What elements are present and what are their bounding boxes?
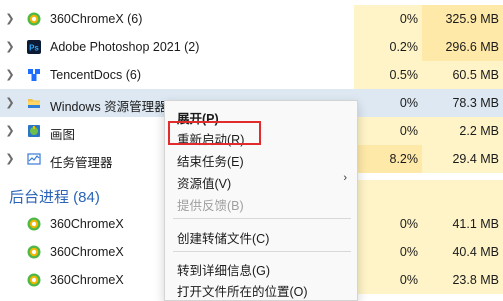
360-browser-icon xyxy=(27,245,41,259)
memory-value: 41.1 MB xyxy=(422,210,503,238)
menu-item-label: 转到详细信息(G) xyxy=(177,264,271,278)
memory-value: 23.8 MB xyxy=(422,266,503,294)
memory-value: 29.4 MB xyxy=(422,145,503,173)
folder-icon xyxy=(28,99,40,108)
memory-column-cell xyxy=(422,180,503,210)
chevron-right-icon[interactable]: ❯ xyxy=(4,40,16,54)
chevron-right-icon[interactable]: ❯ xyxy=(4,68,16,82)
menu-item-create-dump[interactable]: 创建转储文件(C) xyxy=(165,225,357,246)
cpu-value: 0% xyxy=(354,5,422,33)
menu-item-end-task[interactable]: 结束任务(E) xyxy=(165,148,357,169)
process-row[interactable]: ❯ TencentDocs (6) 0.5% 60.5 MB xyxy=(0,61,503,89)
process-name: 360ChromeX xyxy=(50,273,124,287)
menu-item-label: 资源值(V) xyxy=(177,177,232,191)
context-menu: 展开(P) 重新启动(R) 结束任务(E) 资源值(V) › 提供反馈(B) 创… xyxy=(164,100,358,301)
process-row[interactable]: ❯ Ps Adobe Photoshop 2021 (2) 0.2% 296.6… xyxy=(0,33,503,61)
svg-text:Ps: Ps xyxy=(29,44,39,53)
cpu-value: 0% xyxy=(354,117,422,145)
memory-value: 40.4 MB xyxy=(422,238,503,266)
cpu-column-cell xyxy=(354,180,422,210)
menu-item-resource-values[interactable]: 资源值(V) › xyxy=(165,170,357,191)
paint-icon xyxy=(28,125,40,137)
cpu-value: 8.2% xyxy=(354,145,422,173)
process-name: 画图 xyxy=(50,128,76,142)
menu-separator xyxy=(173,251,351,252)
cpu-value: 0% xyxy=(354,238,422,266)
chevron-right-icon[interactable]: ❯ xyxy=(4,124,16,138)
cpu-value: 0.5% xyxy=(354,61,422,89)
menu-item-feedback: 提供反馈(B) xyxy=(165,192,357,213)
menu-item-label: 打开文件所在的位置(O) xyxy=(177,285,308,299)
section-title: 后台进程 (84) xyxy=(9,189,100,206)
process-name: 360ChromeX xyxy=(50,245,124,259)
memory-value: 296.6 MB xyxy=(422,33,503,61)
cpu-value: 0% xyxy=(354,89,422,117)
photoshop-icon: Ps xyxy=(27,40,41,54)
cpu-value: 0.2% xyxy=(354,33,422,61)
memory-value: 325.9 MB xyxy=(422,5,503,33)
highlight-box xyxy=(168,121,261,145)
memory-value: 60.5 MB xyxy=(422,61,503,89)
360-browser-icon xyxy=(27,12,41,26)
process-name: TencentDocs (6) xyxy=(50,68,142,82)
menu-item-go-to-details[interactable]: 转到详细信息(G) xyxy=(165,257,357,278)
chevron-right-icon: › xyxy=(343,172,347,184)
memory-value: 78.3 MB xyxy=(422,89,503,117)
menu-separator xyxy=(173,218,351,219)
process-row[interactable]: ❯ 360ChromeX (6) 0% 325.9 MB xyxy=(0,5,503,33)
tencent-docs-icon xyxy=(28,69,40,81)
chevron-right-icon[interactable]: ❯ xyxy=(4,12,16,26)
process-name: Windows 资源管理器 xyxy=(50,100,167,114)
menu-item-label: 提供反馈(B) xyxy=(177,199,244,213)
process-name: 360ChromeX (6) xyxy=(50,12,143,26)
chevron-right-icon[interactable]: ❯ xyxy=(4,152,16,166)
360-browser-icon xyxy=(27,273,41,287)
cpu-value: 0% xyxy=(354,266,422,294)
360-browser-icon xyxy=(27,217,41,231)
process-name: 任务管理器 xyxy=(50,156,113,170)
menu-item-label: 创建转储文件(C) xyxy=(177,232,270,246)
menu-item-label: 结束任务(E) xyxy=(177,155,244,169)
chevron-right-icon[interactable]: ❯ xyxy=(4,96,16,110)
memory-value: 2.2 MB xyxy=(422,117,503,145)
process-name: Adobe Photoshop 2021 (2) xyxy=(50,40,200,54)
task-manager-icon xyxy=(27,153,41,165)
cpu-value: 0% xyxy=(354,210,422,238)
menu-item-open-file-location[interactable]: 打开文件所在的位置(O) xyxy=(165,278,357,299)
process-name: 360ChromeX xyxy=(50,217,124,231)
